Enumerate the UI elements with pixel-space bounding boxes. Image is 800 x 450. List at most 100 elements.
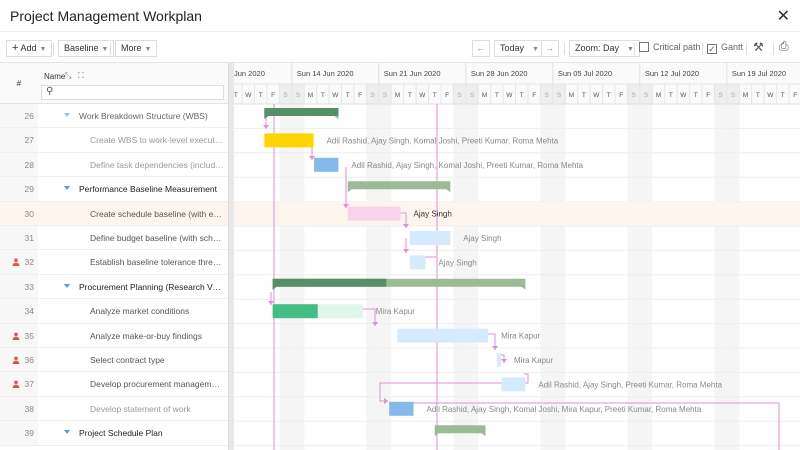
add-button[interactable]: + Add ▼ <box>6 40 53 57</box>
caret-down-icon: ▼ <box>144 46 152 53</box>
summary-bar[interactable] <box>347 181 451 193</box>
grid-header: # Name ⤡ ⛶ ⚲ <box>0 63 228 104</box>
close-icon[interactable]: ✕ <box>777 6 790 26</box>
critical-path-checkbox[interactable]: Critical path <box>639 42 701 52</box>
day-label: F <box>619 92 623 99</box>
weekend-column <box>639 104 653 450</box>
week-label: Sun 14 Jun 2020 <box>297 69 354 78</box>
weekend-column <box>366 104 379 450</box>
person-icon <box>12 380 20 389</box>
person-icon <box>12 258 20 267</box>
task-row[interactable]: 30 Create schedule baseline (with exp... <box>0 201 228 226</box>
column-header-name[interactable]: Name <box>44 72 65 81</box>
caret-down-icon: ▼ <box>39 46 47 53</box>
collapse-toggle-icon[interactable] <box>64 283 70 288</box>
collapse-toggle-icon[interactable] <box>64 186 70 191</box>
toolbar: + Add ▼ Baseline ▼ More ▼ ← Today ▼ → Zoom: … <box>0 33 800 63</box>
print-icon[interactable]: ⎙ <box>779 39 789 54</box>
day-label: W <box>593 92 600 99</box>
collapse-toggle-icon[interactable] <box>64 113 70 117</box>
day-label: W <box>680 92 687 99</box>
task-bar[interactable] <box>264 133 314 148</box>
weekend-column <box>540 104 553 450</box>
day-label: W <box>506 92 513 99</box>
caret-down-icon: ▼ <box>532 46 539 53</box>
task-bar[interactable] <box>501 377 526 392</box>
task-name: Analyze make-or-buy findings <box>90 330 202 341</box>
collapse-all-icon[interactable]: ⤡ <box>65 71 71 81</box>
task-bar[interactable] <box>397 328 489 343</box>
window-title: Project Management Workplan <box>10 8 202 24</box>
task-progress <box>272 304 318 319</box>
day-label: W <box>419 92 426 99</box>
day-label: S <box>557 92 562 99</box>
day-label: T <box>669 92 673 99</box>
divider <box>746 43 747 55</box>
task-row[interactable]: 37 Develop procurement management... <box>0 372 228 397</box>
task-bar[interactable] <box>409 231 451 245</box>
task-row[interactable]: 34 Analyze market conditions <box>0 299 228 324</box>
search-input[interactable]: ⚲ <box>41 85 224 100</box>
zoom-label: Zoom: Day <box>575 43 620 53</box>
task-row[interactable]: 29 Performance Baseline Measurement <box>0 177 228 202</box>
day-label: F <box>532 92 536 99</box>
day-label: T <box>495 92 499 99</box>
task-row[interactable]: 32 Establish baseline tolerance thresh... <box>0 250 228 275</box>
day-label: T <box>259 92 263 99</box>
day-label: M <box>395 92 400 99</box>
next-arrow-icon[interactable]: → <box>541 40 559 57</box>
resource-label: Ajay Singh <box>414 210 452 219</box>
task-row[interactable]: 33 Procurement Planning (Research Ven... <box>0 274 228 300</box>
task-row[interactable]: 28 Define task dependencies (includin... <box>0 152 228 178</box>
task-bar[interactable] <box>314 157 339 172</box>
person-icon <box>12 332 20 340</box>
expand-all-icon[interactable]: ⛶ <box>78 71 84 81</box>
day-label: W <box>332 92 339 99</box>
day-label: S <box>383 92 388 99</box>
day-label: S <box>370 92 375 99</box>
day-label: T <box>321 92 325 99</box>
collapse-toggle-icon[interactable] <box>64 430 70 435</box>
task-name: Develop statement of work <box>90 403 191 414</box>
day-label: M <box>656 92 661 99</box>
task-bar[interactable] <box>409 255 426 270</box>
task-row[interactable]: 39 Project Schedule Plan <box>0 421 228 446</box>
weekend-column <box>552 104 566 450</box>
more-button[interactable]: More ▼ <box>115 40 158 57</box>
weekend-column <box>465 104 479 450</box>
more-label: More <box>121 43 142 53</box>
day-label: M <box>743 92 748 99</box>
prev-arrow-icon[interactable]: ← <box>472 40 490 57</box>
tools-icon[interactable]: ⚒ <box>753 40 764 54</box>
day-label: M <box>482 92 487 99</box>
task-row[interactable]: 31 Define budget baseline (with sched... <box>0 226 228 251</box>
selected-row-highlight <box>234 201 800 226</box>
baseline-button[interactable]: Baseline ▼ <box>58 40 115 57</box>
task-row[interactable]: 26 Work Breakdown Structure (WBS) <box>0 104 228 129</box>
day-label: S <box>283 92 288 99</box>
resource-label: Adil Rashid, Ajay Singh, Komal Joshi, Pr… <box>327 136 559 145</box>
summary-bar[interactable] <box>272 278 526 290</box>
task-row[interactable]: 27 Create WBS to work-level execution <box>0 128 228 153</box>
weekend-column <box>378 104 392 450</box>
task-bar[interactable] <box>389 401 414 416</box>
task-bar[interactable] <box>347 206 401 221</box>
dependency-arrow-icon <box>501 359 507 363</box>
gantt-checkbox[interactable]: ✓ Gantt <box>707 42 743 54</box>
weekend-column <box>279 104 292 450</box>
day-label: F <box>445 92 449 99</box>
caret-down-icon: ▼ <box>627 46 634 53</box>
task-row[interactable]: 36 Select contract type <box>0 348 228 373</box>
weekend-column <box>714 104 727 450</box>
divider <box>702 43 703 55</box>
task-bar[interactable] <box>496 353 502 367</box>
day-label: W <box>767 92 774 99</box>
weekend-column <box>627 104 640 450</box>
task-row[interactable]: 35 Analyze make-or-buy findings <box>0 323 228 348</box>
task-row[interactable]: 38 Develop statement of work <box>0 396 228 422</box>
zoom-select[interactable]: Zoom: Day ▼ <box>569 40 640 57</box>
day-label: S <box>544 92 549 99</box>
task-grid: # Name ⤡ ⛶ ⚲ 26 Work Breakdown Structure … <box>0 63 228 450</box>
today-button[interactable]: Today ▼ <box>494 40 545 57</box>
day-label: F <box>706 92 710 99</box>
